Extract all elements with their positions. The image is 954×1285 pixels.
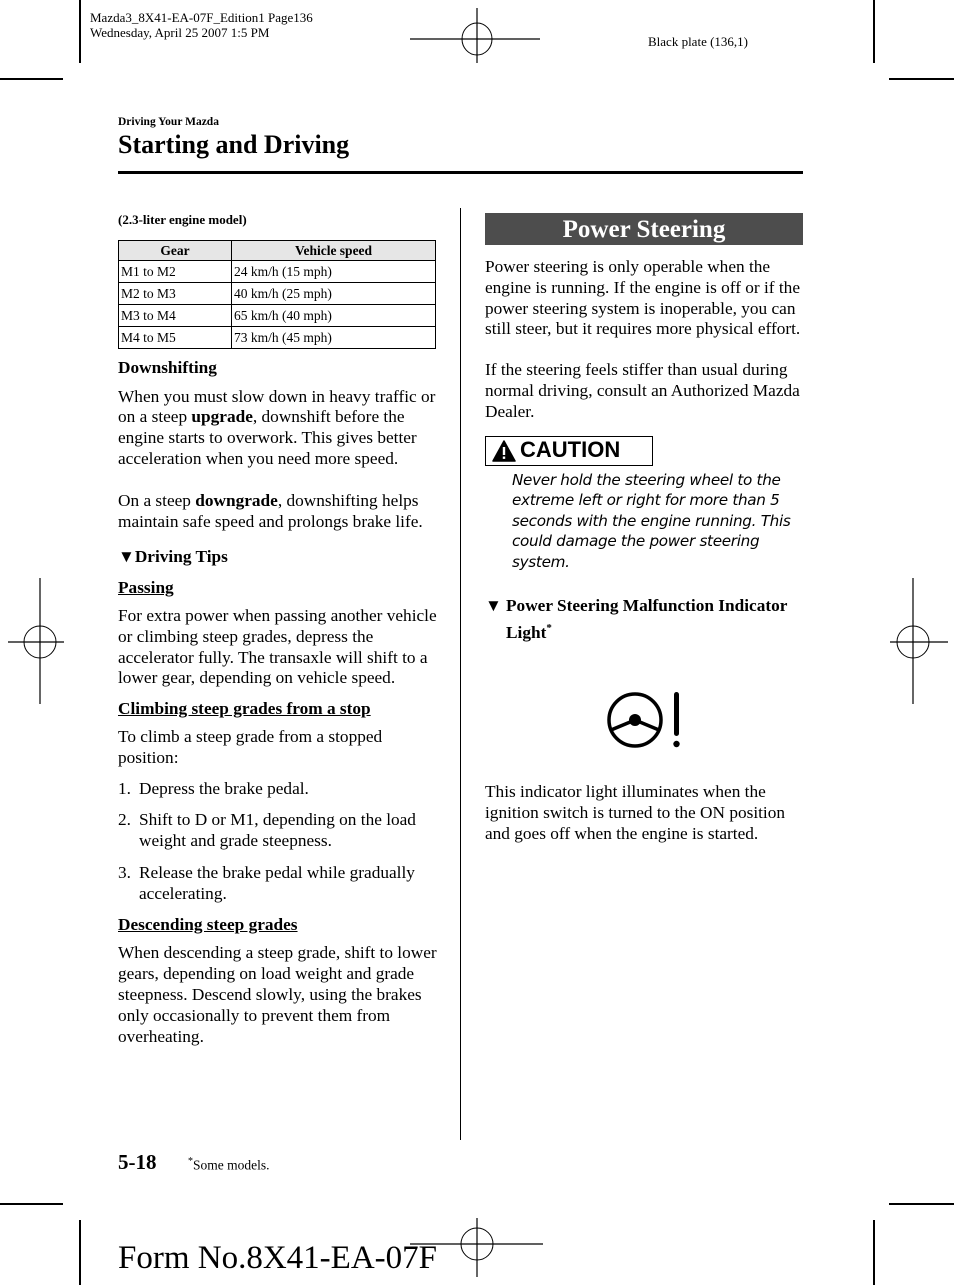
table-row: M1 to M2 24 km/h (15 mph) (118, 259, 436, 283)
warning-triangle-icon (492, 439, 516, 462)
gear-cell: M2 to M3 (118, 281, 232, 305)
column-header-gear: Gear (118, 239, 232, 261)
step-number: 2. (118, 810, 131, 830)
registration-mark-icon (410, 8, 540, 63)
right-column: Power Steering Power steering is only op… (485, 213, 803, 845)
left-column: (2.3-liter engine model) Gear Vehicle sp… (118, 210, 438, 1047)
heading-text: Power Steering Malfunction Indicator Lig… (506, 595, 788, 642)
footnote-text: Some models. (193, 1157, 270, 1173)
speed-cell: 65 km/h (40 mph) (231, 303, 436, 327)
crop-mark (873, 1220, 875, 1285)
step-number: 1. (118, 778, 131, 798)
triangle-marker-icon: ▼ (485, 595, 502, 615)
climbing-steps-list: 1. Depress the brake pedal. 2. Shift to D … (118, 779, 438, 905)
downshifting-paragraph-2: On a steep downgrade, downshifting helps… (118, 491, 438, 533)
print-date-line: Wednesday, April 25 2007 1:5 PM (90, 25, 270, 40)
title-rule (118, 171, 803, 174)
table-row: M3 to M4 65 km/h (40 mph) (118, 303, 436, 327)
step-number: 3. (118, 862, 131, 882)
passing-heading: Passing (118, 578, 174, 598)
speed-cell: 40 km/h (25 mph) (231, 281, 436, 305)
power-steering-paragraph-2: If the steering feels stiffer than usual… (485, 360, 800, 421)
step-text: Shift to D or M1, depending on the load … (139, 810, 416, 851)
crop-mark (79, 0, 81, 63)
indicator-icon-area (485, 643, 803, 763)
text-run: On a steep (118, 490, 196, 510)
registration-mark-icon (8, 578, 64, 704)
emphasis-upgrade: upgrade (191, 407, 253, 427)
step-text: Depress the brake pedal. (139, 778, 309, 798)
power-steering-paragraph-1: Power steering is only operable when the… (485, 257, 801, 339)
crop-mark (0, 1203, 63, 1205)
crop-mark (889, 78, 954, 80)
footnote: *Some models. (188, 1156, 270, 1174)
gear-cell: M4 to M5 (118, 325, 232, 349)
indicator-light-heading-text: Power Steering Malfunction Indicator Lig… (506, 594, 803, 644)
form-number: Form No.8X41-EA-07F (118, 1240, 437, 1276)
speed-cell: 24 km/h (15 mph) (231, 259, 436, 283)
climbing-intro: To climb a steep grade from a stopped po… (118, 726, 383, 767)
downshifting-heading: Downshifting (118, 357, 217, 377)
speed-cell: 73 km/h (45 mph) (231, 325, 436, 349)
crop-mark (79, 1220, 81, 1285)
triangle-marker-icon: ▼ (118, 547, 135, 567)
step-text: Release the brake pedal while gradually … (139, 862, 415, 903)
list-item: 3. Release the brake pedal while graduall… (118, 863, 438, 905)
descending-heading: Descending steep grades (118, 914, 298, 934)
section-label: Driving Your Mazda (118, 116, 219, 128)
print-file-line: Mazda3_8X41-EA-07F_Edition1 Page136 (90, 10, 313, 25)
print-metadata: Mazda3_8X41-EA-07F_Edition1 Page136 Wedn… (90, 10, 313, 40)
power-steering-banner: Power Steering (485, 213, 803, 245)
indicator-light-heading: ▼ Power Steering Malfunction Indicator L… (485, 594, 803, 644)
indicator-light-text: This indicator light illuminates when th… (485, 782, 786, 843)
caution-label: CAUTION (520, 437, 621, 463)
table-caption: (2.3-liter engine model) (118, 212, 247, 227)
list-item: 2. Shift to D or M1, depending on the loa… (118, 810, 438, 852)
passing-text: For extra power when passing another veh… (118, 605, 437, 688)
plate-label: Black plate (136,1) (648, 34, 748, 49)
footnote-marker: * (546, 621, 552, 634)
caution-text: Never hold the steering wheel to the ext… (512, 470, 791, 571)
table-row: M4 to M5 73 km/h (45 mph) (118, 325, 436, 349)
crop-mark (889, 1203, 954, 1205)
crop-mark (873, 0, 875, 63)
steering-wheel-warning-icon (607, 692, 680, 749)
crop-mark (0, 78, 63, 80)
registration-mark-icon (890, 578, 948, 704)
page-title: Starting and Driving (118, 130, 350, 159)
gear-cell: M3 to M4 (118, 303, 232, 327)
table-header-row: Gear Vehicle speed (118, 239, 436, 261)
descending-text: When descending a steep grade, shift to … (118, 943, 437, 1046)
downshifting-paragraph-1: When you must slow down in heavy traffic… (118, 387, 438, 470)
driving-tips-heading-text: Driving Tips (134, 547, 228, 567)
list-item: 1. Depress the brake pedal. (118, 779, 438, 800)
page-number: 5-18 (118, 1150, 157, 1174)
table-row: M2 to M3 40 km/h (25 mph) (118, 281, 436, 305)
column-divider (460, 208, 461, 1140)
climbing-heading: Climbing steep grades from a stop (118, 699, 371, 719)
column-header-vehicle-speed: Vehicle speed (231, 239, 436, 261)
gear-speed-table: Gear Vehicle speed M1 to M2 24 km/h (15 … (118, 239, 436, 349)
driving-tips-heading: ▼Driving Tips (118, 547, 438, 568)
emphasis-downgrade: downgrade (195, 490, 278, 510)
caution-label-box: CAUTION (485, 435, 653, 466)
gear-cell: M1 to M2 (118, 259, 232, 283)
